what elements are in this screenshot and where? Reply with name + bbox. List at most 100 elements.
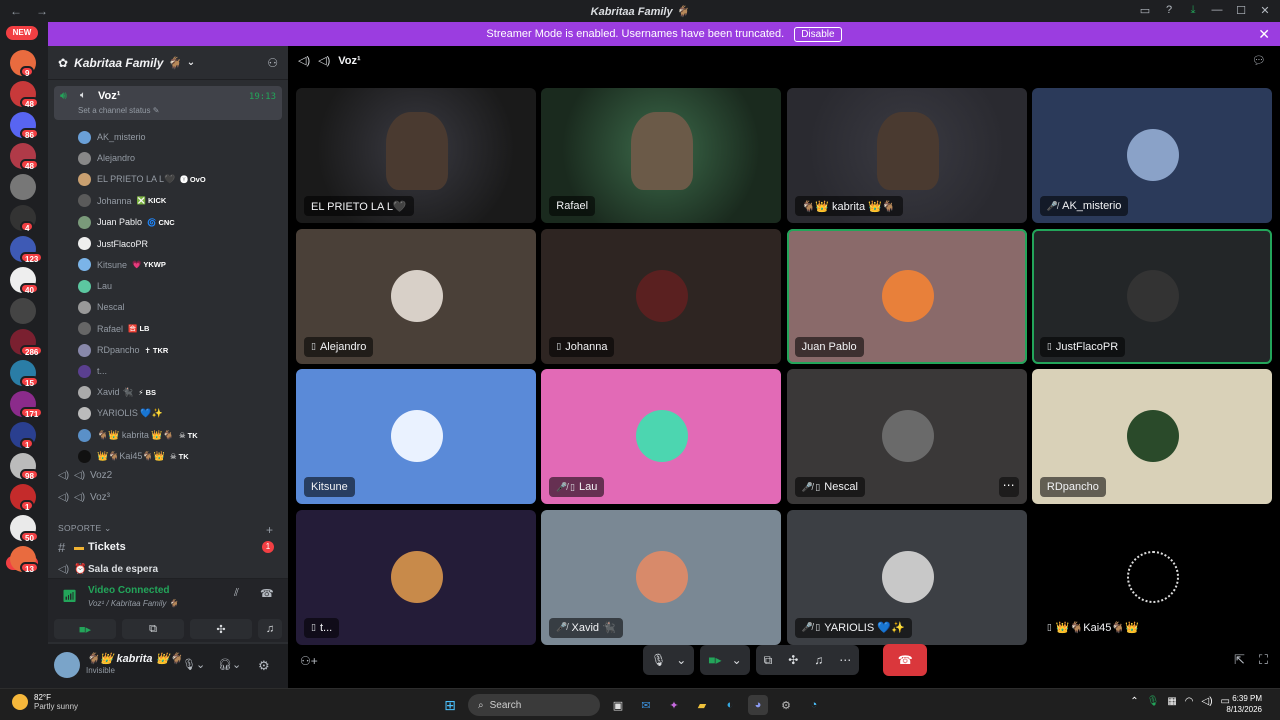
volume-icon[interactable]: ◁)	[1202, 696, 1213, 707]
fullscreen-icon[interactable]: ⛶	[1259, 652, 1268, 668]
weather-widget[interactable]: 82°F Partly sunny	[12, 693, 78, 711]
participant-tile[interactable]: 🎤̸ ▯ YARIOLIS 💙✨	[786, 509, 1027, 645]
participant-tile[interactable]: 🐐👑 kabrita 👑🐐	[786, 88, 1027, 223]
app-icon[interactable]: ◔	[804, 695, 824, 715]
disable-streamer-mode-button[interactable]: Disable	[794, 26, 842, 42]
voice-user[interactable]: Juan Pablo 🌀 CNC	[78, 213, 282, 231]
chevron-up-icon[interactable]: ⌃	[1130, 696, 1138, 707]
signal-icon[interactable]: 📶︎	[62, 589, 77, 603]
avatar[interactable]	[54, 652, 80, 678]
voice-channel-active[interactable]: 🔊︎ 🔈︎ Voz¹ Set a channel status ✎ 19:13	[54, 86, 282, 120]
voice-channel-sala[interactable]: ◁) ⏰ Sala de espera	[58, 560, 282, 578]
participant-tile[interactable]: Juan Pablo	[786, 228, 1027, 364]
chat-icon[interactable]: 💬︎	[1252, 54, 1266, 67]
channel-status[interactable]: Set a channel status ✎	[78, 106, 159, 115]
minimize-icon[interactable]: —	[1210, 3, 1224, 17]
back-arrow-icon[interactable]: ←	[10, 4, 26, 18]
app-icon[interactable]: ⚙	[776, 695, 796, 715]
server-icon[interactable]	[10, 174, 36, 200]
participant-name: JustFlacoPR	[1055, 340, 1119, 353]
activities-icon[interactable]: ✣	[788, 653, 798, 667]
settings-gear-icon[interactable]: ⚙	[258, 658, 270, 674]
end-call-button[interactable]: ☎	[883, 644, 928, 676]
screen-share-button[interactable]: ⧉	[122, 619, 184, 639]
soundboard-icon[interactable]: ♫	[814, 653, 823, 667]
voice-user[interactable]: YARIOLIS 💙✨	[78, 405, 282, 423]
voice-user[interactable]: Johanna ❎ KICK	[78, 192, 282, 210]
participant-tile[interactable]: 🎤̸ AK_misterio	[1031, 88, 1272, 223]
user-name[interactable]: 🐐👑 kabrita 👑🐐	[86, 652, 183, 665]
mic-control[interactable]: 🎙︎ ⌄	[643, 645, 695, 675]
participant-tile[interactable]: 🎤̸ ▯ Lau	[541, 369, 782, 504]
participant-tile[interactable]: ▯ Johanna	[541, 228, 782, 364]
participant-tile[interactable]: ▯ Alejandro	[296, 228, 536, 364]
clan-tag: 💗 YKWP	[132, 260, 166, 270]
file-explorer-icon[interactable]: ▰	[692, 695, 712, 715]
voice-user[interactable]: 👑🐐Kai45🐐👑 ☠ TK	[78, 448, 282, 466]
voice-user[interactable]: Alejandro	[78, 149, 282, 167]
more-options-button[interactable]: ⋯	[998, 477, 1019, 497]
participant-tile[interactable]: Kitsune	[296, 369, 536, 504]
voice-user[interactable]: Nescal	[78, 298, 282, 316]
participant-tile[interactable]: ▯ 👑🐐Kai45🐐👑	[1031, 509, 1272, 645]
voice-user[interactable]: AK_misterio	[78, 128, 282, 146]
noise-suppression-icon[interactable]: ⫽	[234, 587, 239, 600]
video-feed	[386, 112, 448, 190]
camera-control[interactable]: ■▸ ⌄	[700, 645, 750, 675]
maximize-icon[interactable]: ☐	[1234, 3, 1248, 17]
voice-channel-voz3[interactable]: ◁) ◁) Voz³	[58, 488, 282, 506]
edge-icon[interactable]: ◐	[720, 695, 740, 715]
activities-button[interactable]: ✣	[190, 619, 252, 639]
participant-tile[interactable]: 🎤̸ Xavid 🐈‍⬛	[541, 509, 782, 645]
voice-user[interactable]: Xavid 🐈‍⬛ ⚡ BS	[78, 384, 282, 402]
participant-tile[interactable]: ▯ JustFlacoPR	[1031, 228, 1272, 364]
category-soporte[interactable]: SOPORTE ⌄ +	[58, 523, 273, 537]
connection-status[interactable]: Video Connected	[88, 585, 170, 596]
taskbar-search[interactable]: ⌕ Search	[468, 694, 600, 716]
voice-channel-voz2[interactable]: ◁) ◁) Voz2	[58, 466, 282, 484]
inbox-icon[interactable]: ▭	[1138, 3, 1152, 17]
server-header[interactable]: ✿ Kabritaa Family 🐐 ⌄ ⚇	[48, 46, 288, 80]
voice-user[interactable]: RDpancho ✝ TKR	[78, 341, 282, 359]
participant-tile[interactable]: Rafael	[541, 88, 782, 223]
close-banner-icon[interactable]: ✕	[1258, 26, 1270, 43]
headphones-icon[interactable]: 🎧︎⌄	[218, 658, 241, 671]
voice-user[interactable]: JustFlacoPR	[78, 235, 282, 253]
voice-user[interactable]: Rafael 🈴 LB	[78, 320, 282, 338]
close-window-icon[interactable]: ✕	[1258, 3, 1272, 17]
task-view-icon[interactable]: ▣	[608, 695, 628, 715]
outlook-icon[interactable]: ✉	[636, 695, 656, 715]
camera-button[interactable]: ■▸	[54, 619, 116, 639]
invite-people-icon[interactable]: ⚇+	[300, 654, 318, 668]
network-icon[interactable]: ▦	[1167, 696, 1176, 707]
voice-user[interactable]: Lau	[78, 277, 282, 295]
participant-tile[interactable]: EL PRIETO LA L🖤	[296, 88, 536, 223]
wifi-icon[interactable]: ◠	[1185, 696, 1194, 707]
user-name: Juan Pablo	[97, 217, 143, 228]
help-icon[interactable]: ?	[1162, 3, 1176, 17]
voice-user[interactable]: t...	[78, 362, 282, 380]
voice-user[interactable]: 🐐👑 kabrita 👑🐐 ☠ TK	[78, 426, 282, 444]
server-icon[interactable]	[10, 298, 36, 324]
clock[interactable]: 6:39 PM 8/13/2026	[1226, 693, 1262, 715]
participant-tile[interactable]: 🎤̸ ▯ Nescal ⋯	[786, 369, 1027, 504]
text-channel-tickets[interactable]: # ▬ Tickets 1	[58, 538, 282, 556]
discord-icon[interactable]: ◕	[748, 695, 768, 715]
voice-user[interactable]: EL PRIETO LA L🖤 🅨 OvO	[78, 171, 282, 189]
copilot-icon[interactable]: ✦	[664, 695, 684, 715]
add-channel-icon[interactable]: +	[266, 523, 273, 537]
download-icon[interactable]: ⤓	[1186, 3, 1200, 17]
forward-arrow-icon[interactable]: →	[36, 4, 52, 18]
disconnect-icon[interactable]: ☎	[260, 587, 274, 600]
more-icon[interactable]: ⋯	[839, 653, 851, 667]
microphone-icon[interactable]: 🎙︎	[1147, 696, 1160, 707]
participant-tile[interactable]: RDpancho	[1031, 369, 1272, 504]
soundboard-button[interactable]: ♫	[258, 619, 282, 639]
participant-tile[interactable]: ▯ t...	[296, 509, 536, 645]
invite-icon[interactable]: ⚇	[267, 56, 278, 70]
start-icon[interactable]: ⊞	[440, 695, 460, 715]
screen-share-icon[interactable]: ⧉	[764, 653, 773, 668]
microphone-icon[interactable]: 🎙︎⌄	[182, 658, 205, 671]
voice-user[interactable]: Kitsune 💗 YKWP	[78, 256, 282, 274]
popout-icon[interactable]: ⇱	[1234, 652, 1245, 668]
